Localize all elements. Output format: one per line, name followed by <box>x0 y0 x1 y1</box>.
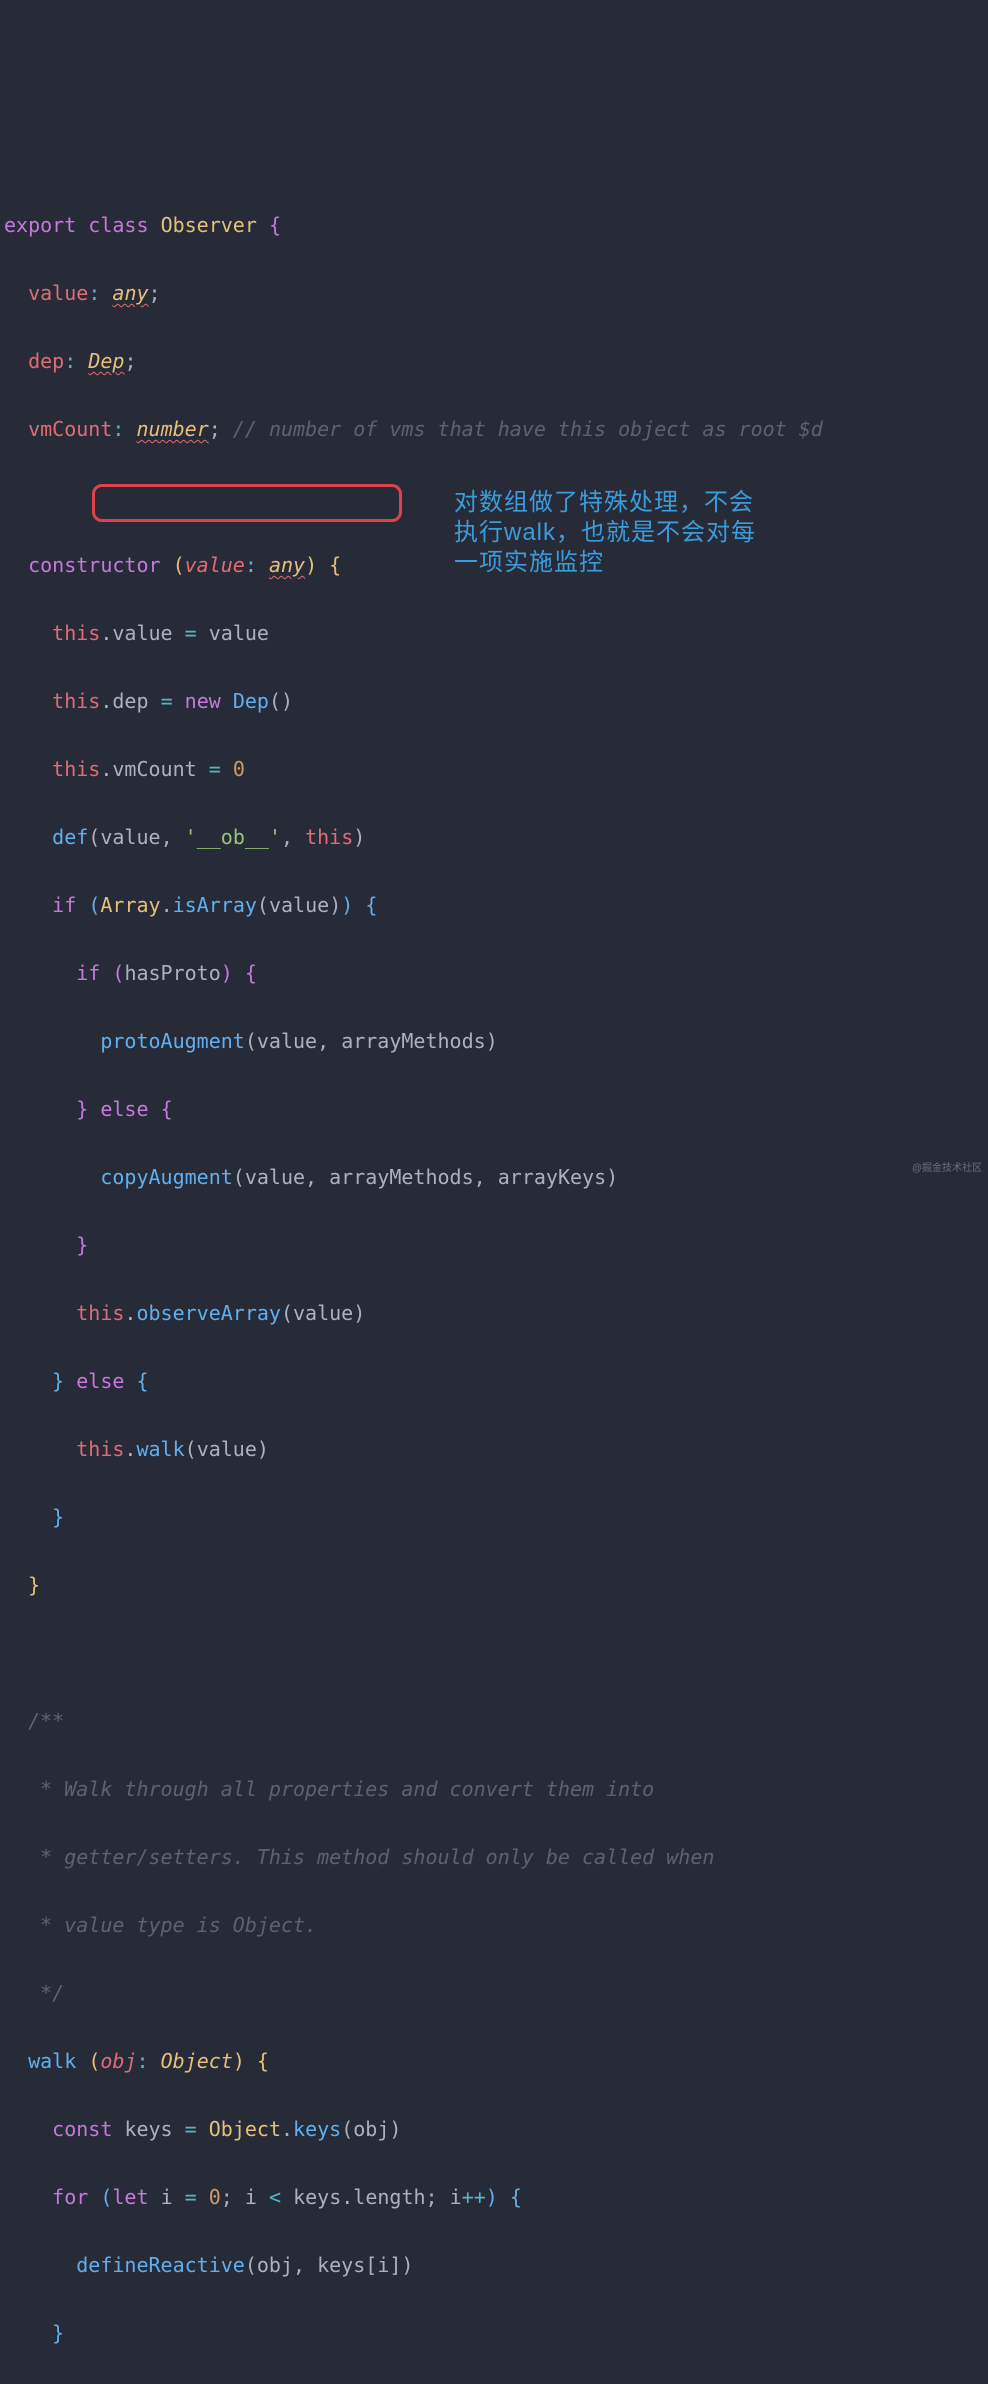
code-line: this.value = value <box>4 616 988 650</box>
code-line: value: any; <box>4 276 988 310</box>
code-line: export class Observer { <box>4 208 988 242</box>
code-line: const keys = Object.keys(obj) <box>4 2112 988 2146</box>
code-line: } <box>4 1500 988 1534</box>
code-line: * Walk through all properties and conver… <box>4 1772 988 1806</box>
code-line: */ <box>4 1976 988 2010</box>
code-line: if (hasProto) { <box>4 956 988 990</box>
code-line <box>4 1636 988 1670</box>
code-line: } <box>4 1568 988 1602</box>
class-name: Observer <box>161 213 257 237</box>
annotation-text: 对数组做了特殊处理，不会 执行walk，也就是不会对每 一项实施监控 <box>454 488 804 578</box>
code-line: * getter/setters. This method should onl… <box>4 1840 988 1874</box>
code-line: /** <box>4 1704 988 1738</box>
code-line: } else { <box>4 1092 988 1126</box>
code-line: dep: Dep; <box>4 344 988 378</box>
watermark: @掘金技术社区 <box>912 1152 982 1186</box>
code-line: this.walk(value) <box>4 1432 988 1466</box>
code-line: * value type is Object. <box>4 1908 988 1942</box>
code-editor[interactable]: export class Observer { value: any; dep:… <box>0 136 988 2384</box>
code-line: } <box>4 1228 988 1262</box>
code-line: def(value, '__ob__', this) <box>4 820 988 854</box>
code-line: for (let i = 0; i < keys.length; i++) { <box>4 2180 988 2214</box>
code-line: walk (obj: Object) { <box>4 2044 988 2078</box>
code-line: vmCount: number; // number of vms that h… <box>4 412 988 446</box>
code-line: this.vmCount = 0 <box>4 752 988 786</box>
code-line: if (Array.isArray(value)) { <box>4 888 988 922</box>
code-line: protoAugment(value, arrayMethods) <box>4 1024 988 1058</box>
keyword-class: class <box>88 213 148 237</box>
keyword-export: export <box>4 213 76 237</box>
code-line: this.observeArray(value) <box>4 1296 988 1330</box>
code-line: } <box>4 2316 988 2350</box>
code-line: this.dep = new Dep() <box>4 684 988 718</box>
code-line: copyAugment(value, arrayMethods, arrayKe… <box>4 1160 988 1194</box>
code-line: defineReactive(obj, keys[i]) <box>4 2248 988 2282</box>
code-line: } else { <box>4 1364 988 1398</box>
comment: // number of vms that have this object a… <box>233 417 823 441</box>
constructor-keyword: constructor <box>28 553 160 577</box>
